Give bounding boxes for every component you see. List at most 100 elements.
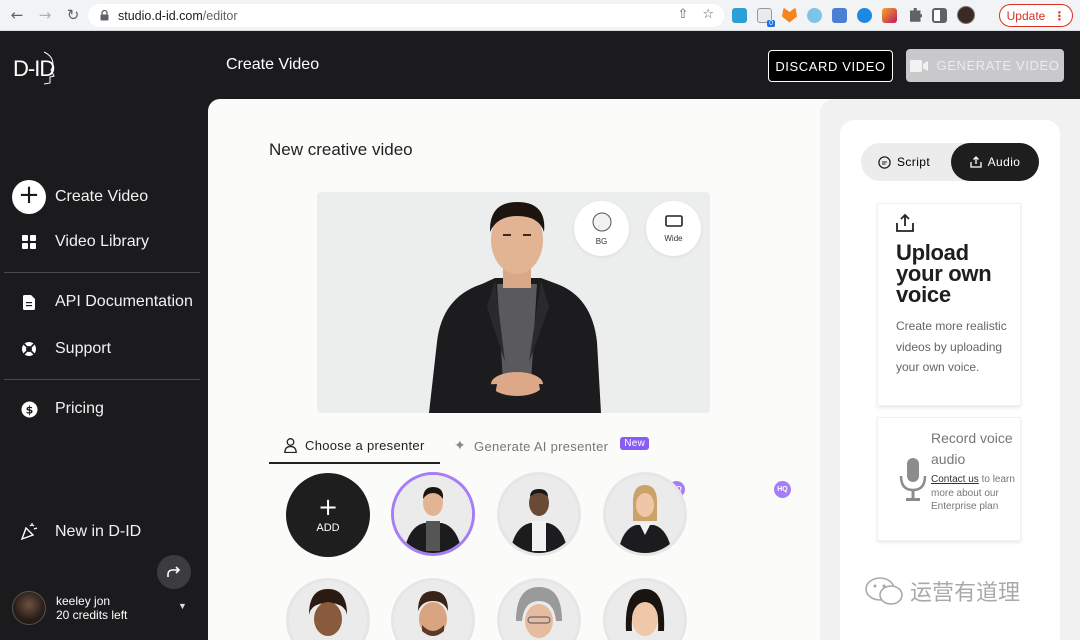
presenter-thumbnail bbox=[394, 581, 472, 640]
audio-tab[interactable]: Audio bbox=[951, 143, 1039, 181]
audio-script-card: Script Audio Upload your own voice Creat… bbox=[840, 120, 1060, 640]
browser-toolbar: ← → ↻ studio.d-id.com/editor ⇧ ☆ 0 Updat… bbox=[0, 0, 1080, 31]
background-label: BG bbox=[595, 236, 608, 246]
back-icon[interactable]: ← bbox=[6, 4, 28, 26]
sidebar-item-label: New in D-ID bbox=[55, 523, 142, 540]
plus-icon: + bbox=[317, 493, 339, 521]
sidebar-item-label: API Documentation bbox=[55, 293, 193, 310]
upload-voice-title: Upload your own voice bbox=[896, 240, 992, 307]
wide-aspect-icon bbox=[664, 214, 683, 227]
presenter-tabs: Choose a presenter ✦ Generate AI present… bbox=[269, 432, 689, 464]
presenter-option[interactable] bbox=[603, 472, 687, 556]
add-presenter-button[interactable]: + ADD bbox=[286, 473, 370, 557]
forward-icon[interactable]: → bbox=[34, 4, 56, 26]
telegram-extension-icon[interactable] bbox=[732, 7, 747, 23]
watermark-text: 运营有道理 bbox=[910, 581, 1021, 606]
script-audio-toggle: Script Audio bbox=[861, 143, 1039, 181]
presenter-option[interactable] bbox=[286, 578, 370, 640]
presenter-option[interactable] bbox=[391, 472, 475, 556]
extension-badge-count: 0 bbox=[767, 19, 775, 27]
sparkle-icon: ✦ bbox=[454, 438, 467, 454]
video-camera-icon bbox=[910, 59, 929, 72]
presenter-option[interactable] bbox=[603, 578, 687, 640]
avatar bbox=[12, 591, 46, 625]
presenter-option[interactable] bbox=[497, 578, 581, 640]
presenter-thumbnail bbox=[500, 581, 578, 640]
sidebar-item-create-video[interactable]: + Create Video bbox=[12, 180, 148, 214]
discard-video-button[interactable]: DISCARD VIDEO bbox=[768, 50, 893, 82]
document-icon bbox=[12, 294, 46, 310]
sidebar-item-label: Create Video bbox=[55, 188, 149, 205]
upload-voice-description: Create more realistic videos by uploadin… bbox=[896, 319, 1007, 374]
new-badge: New bbox=[620, 436, 650, 450]
wechat-icon bbox=[865, 577, 903, 605]
script-label: Script bbox=[897, 155, 931, 169]
share-arrow-icon bbox=[167, 566, 181, 577]
camera-extension-icon[interactable] bbox=[807, 7, 822, 23]
watermark: 运营有道理 bbox=[864, 575, 1020, 607]
sidebar-item-label: Video Library bbox=[55, 233, 149, 250]
page-title: Create Video bbox=[226, 56, 320, 73]
update-label: Update bbox=[1006, 8, 1046, 23]
generate-video-button[interactable]: GENERATE VIDEO bbox=[906, 49, 1064, 82]
upload-voice-card[interactable]: Upload your own voice Create more realis… bbox=[877, 203, 1021, 406]
d-id-logo[interactable]: D-ID bbox=[13, 51, 55, 85]
contact-us-link[interactable]: Contact us bbox=[931, 474, 979, 485]
bookmark-star-icon[interactable]: ☆ bbox=[702, 7, 714, 22]
reload-icon[interactable]: ↻ bbox=[62, 4, 84, 26]
sidebar-item-label: Pricing bbox=[55, 400, 104, 417]
share-page-icon[interactable]: ⇧ bbox=[677, 7, 688, 22]
profile-avatar-icon[interactable] bbox=[957, 6, 975, 24]
extension-badge-icon[interactable]: 0 bbox=[757, 7, 775, 27]
wide-button[interactable]: Wide bbox=[646, 201, 701, 256]
person-icon bbox=[284, 438, 297, 453]
upload-icon bbox=[969, 156, 982, 168]
presenter-option[interactable] bbox=[497, 472, 581, 556]
sidepanel-icon[interactable] bbox=[932, 7, 947, 23]
puzzle-extensions-icon[interactable] bbox=[910, 7, 922, 22]
presenter-thumbnail bbox=[606, 581, 684, 640]
tab-choose-presenter[interactable]: Choose a presenter bbox=[284, 438, 425, 453]
plus-icon: + bbox=[12, 180, 46, 214]
caret-down-icon: ▼ bbox=[178, 601, 187, 611]
update-button[interactable]: Update ⋮ bbox=[999, 4, 1073, 27]
sidebar-item-api-documentation[interactable]: API Documentation bbox=[12, 293, 193, 311]
sidebar-item-pricing[interactable]: $ Pricing bbox=[12, 400, 104, 418]
presenter-thumbnail bbox=[394, 475, 472, 553]
hq-badge: HQ bbox=[774, 481, 791, 498]
video-preview: BG Wide bbox=[317, 192, 710, 413]
url-path: /editor bbox=[202, 8, 238, 23]
sidebar-divider bbox=[4, 272, 200, 273]
wide-label: Wide bbox=[664, 233, 683, 243]
user-menu[interactable]: keeley jon 20 credits left ▼ bbox=[12, 591, 187, 625]
add-label: ADD bbox=[316, 522, 340, 534]
lock-icon bbox=[98, 10, 110, 22]
sidebar-item-video-library[interactable]: Video Library bbox=[12, 233, 149, 251]
party-icon bbox=[12, 523, 46, 541]
record-voice-title: Record voice audio bbox=[931, 430, 1013, 467]
sidebar-item-new-in-d-id[interactable]: New in D-ID bbox=[12, 523, 141, 541]
dollar-icon: $ bbox=[12, 401, 46, 418]
rocket-extension-icon[interactable] bbox=[882, 7, 897, 23]
kebab-menu-icon: ⋮ bbox=[1053, 8, 1066, 23]
presenter-thumbnail bbox=[606, 475, 684, 553]
address-bar[interactable]: studio.d-id.com/editor ⇧ ☆ bbox=[88, 4, 724, 27]
presenter-thumbnail bbox=[500, 475, 578, 553]
sidebar: D-ID + Create Video Video Library API Do… bbox=[0, 32, 208, 640]
tab-generate-ai-presenter[interactable]: ✦ Generate AI presenter New bbox=[454, 436, 650, 454]
share-button[interactable] bbox=[157, 555, 191, 589]
microphone-icon bbox=[899, 458, 927, 501]
sidebar-item-label: Support bbox=[55, 340, 112, 357]
script-tab[interactable]: Script bbox=[878, 143, 930, 181]
tab-label: Choose a presenter bbox=[305, 438, 425, 453]
background-button[interactable]: BG bbox=[574, 201, 629, 256]
sidebar-divider bbox=[4, 379, 200, 380]
link-extension-icon[interactable] bbox=[857, 7, 872, 23]
sidebar-item-support[interactable]: Support bbox=[12, 340, 111, 358]
url-domain: studio.d-id.com bbox=[118, 8, 203, 23]
presenter-option[interactable] bbox=[391, 578, 475, 640]
user-credits: 20 credits left bbox=[56, 608, 128, 622]
metamask-icon[interactable] bbox=[782, 7, 797, 23]
upload-icon bbox=[896, 213, 914, 232]
dollar-extension-icon[interactable] bbox=[832, 7, 847, 23]
